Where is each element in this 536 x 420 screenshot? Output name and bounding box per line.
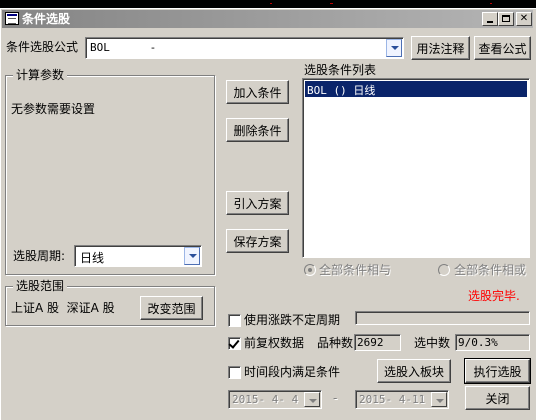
usage-notes-button[interactable]: 用法注释 bbox=[411, 36, 470, 60]
date-to-picker[interactable]: 2015- 4-11 bbox=[355, 390, 449, 409]
time-range-checkbox[interactable] bbox=[228, 366, 241, 379]
condition-list[interactable]: BOL () 日线 bbox=[302, 78, 530, 258]
list-item-text: BOL () 日线 bbox=[307, 84, 376, 97]
chart-line bbox=[490, 3, 492, 4]
uncertain-period-label: 使用涨跌不定周期 bbox=[244, 313, 341, 327]
chevron-down-icon[interactable] bbox=[184, 247, 200, 265]
period-select-value: 日线 bbox=[80, 251, 105, 265]
status-text: 选股完毕. bbox=[468, 289, 520, 303]
minimize-button[interactable] bbox=[482, 12, 498, 26]
chart-line bbox=[270, 3, 272, 4]
import-scheme-button[interactable]: 引入方案 bbox=[226, 191, 289, 215]
count-value: 2692 bbox=[357, 336, 384, 349]
chart-line bbox=[330, 3, 333, 4]
minimize-icon bbox=[487, 21, 493, 23]
radio-all-and[interactable] bbox=[304, 264, 316, 276]
count-label: 品种数 bbox=[317, 336, 354, 350]
close-button[interactable]: 关闭 bbox=[465, 386, 530, 410]
time-range-label: 时间段内满足条件 bbox=[244, 365, 341, 379]
list-item[interactable]: BOL () 日线 bbox=[305, 81, 527, 97]
background-strip bbox=[0, 0, 536, 8]
close-icon: ✕ bbox=[519, 13, 529, 24]
formula-select-value: BOL - bbox=[90, 41, 157, 54]
uncertain-period-checkbox[interactable] bbox=[228, 314, 241, 327]
formula-select[interactable]: BOL - bbox=[85, 37, 404, 59]
execute-button[interactable]: 执行选股 bbox=[464, 358, 531, 384]
to-block-button[interactable]: 选股入板块 bbox=[377, 359, 451, 383]
date-from-value: 2015- 4- 4 bbox=[232, 393, 299, 406]
params-group-title: 计算参数 bbox=[13, 68, 68, 82]
params-message: 无参数需要设置 bbox=[11, 102, 96, 116]
progress-bar bbox=[355, 311, 530, 325]
range-group-title: 选股范围 bbox=[13, 279, 68, 293]
window-title: 条件选股 bbox=[22, 12, 71, 26]
chevron-down-icon[interactable] bbox=[431, 392, 447, 407]
maximize-button[interactable] bbox=[498, 12, 514, 26]
chevron-down-icon[interactable] bbox=[386, 39, 402, 57]
title-bar[interactable] bbox=[2, 10, 533, 28]
adjust-checkbox[interactable] bbox=[228, 337, 241, 350]
formula-label: 条件选股公式 bbox=[6, 40, 79, 54]
change-range-button[interactable]: 改变范围 bbox=[140, 296, 203, 320]
delete-condition-button[interactable]: 删除条件 bbox=[226, 118, 289, 142]
hit-field: 9/0.3% bbox=[455, 334, 530, 351]
maximize-icon bbox=[502, 15, 510, 22]
range-value: 上证A 股 深证A 股 bbox=[11, 301, 115, 315]
radio-all-or-label: 全部条件相或 bbox=[454, 263, 527, 277]
period-select[interactable]: 日线 bbox=[74, 245, 202, 267]
date-separator: - bbox=[333, 391, 338, 405]
save-scheme-button[interactable]: 保存方案 bbox=[226, 229, 289, 253]
date-from-picker[interactable]: 2015- 4- 4 bbox=[228, 390, 322, 409]
radio-all-and-label: 全部条件相与 bbox=[319, 263, 392, 277]
period-label: 选股周期: bbox=[13, 249, 66, 263]
hit-label: 选中数 bbox=[414, 336, 451, 350]
count-field: 2692 bbox=[354, 334, 401, 351]
radio-all-or[interactable] bbox=[438, 264, 450, 276]
adjust-label: 前复权数据 bbox=[244, 336, 305, 350]
add-condition-button[interactable]: 加入条件 bbox=[226, 80, 289, 104]
chevron-down-icon[interactable] bbox=[304, 392, 320, 407]
date-to-value: 2015- 4-11 bbox=[359, 393, 426, 406]
close-window-button[interactable]: ✕ bbox=[516, 12, 532, 26]
hit-value: 9/0.3% bbox=[458, 336, 498, 349]
window-icon bbox=[5, 12, 19, 25]
view-formula-button[interactable]: 查看公式 bbox=[474, 36, 531, 60]
condition-list-title: 选股条件列表 bbox=[304, 63, 377, 77]
